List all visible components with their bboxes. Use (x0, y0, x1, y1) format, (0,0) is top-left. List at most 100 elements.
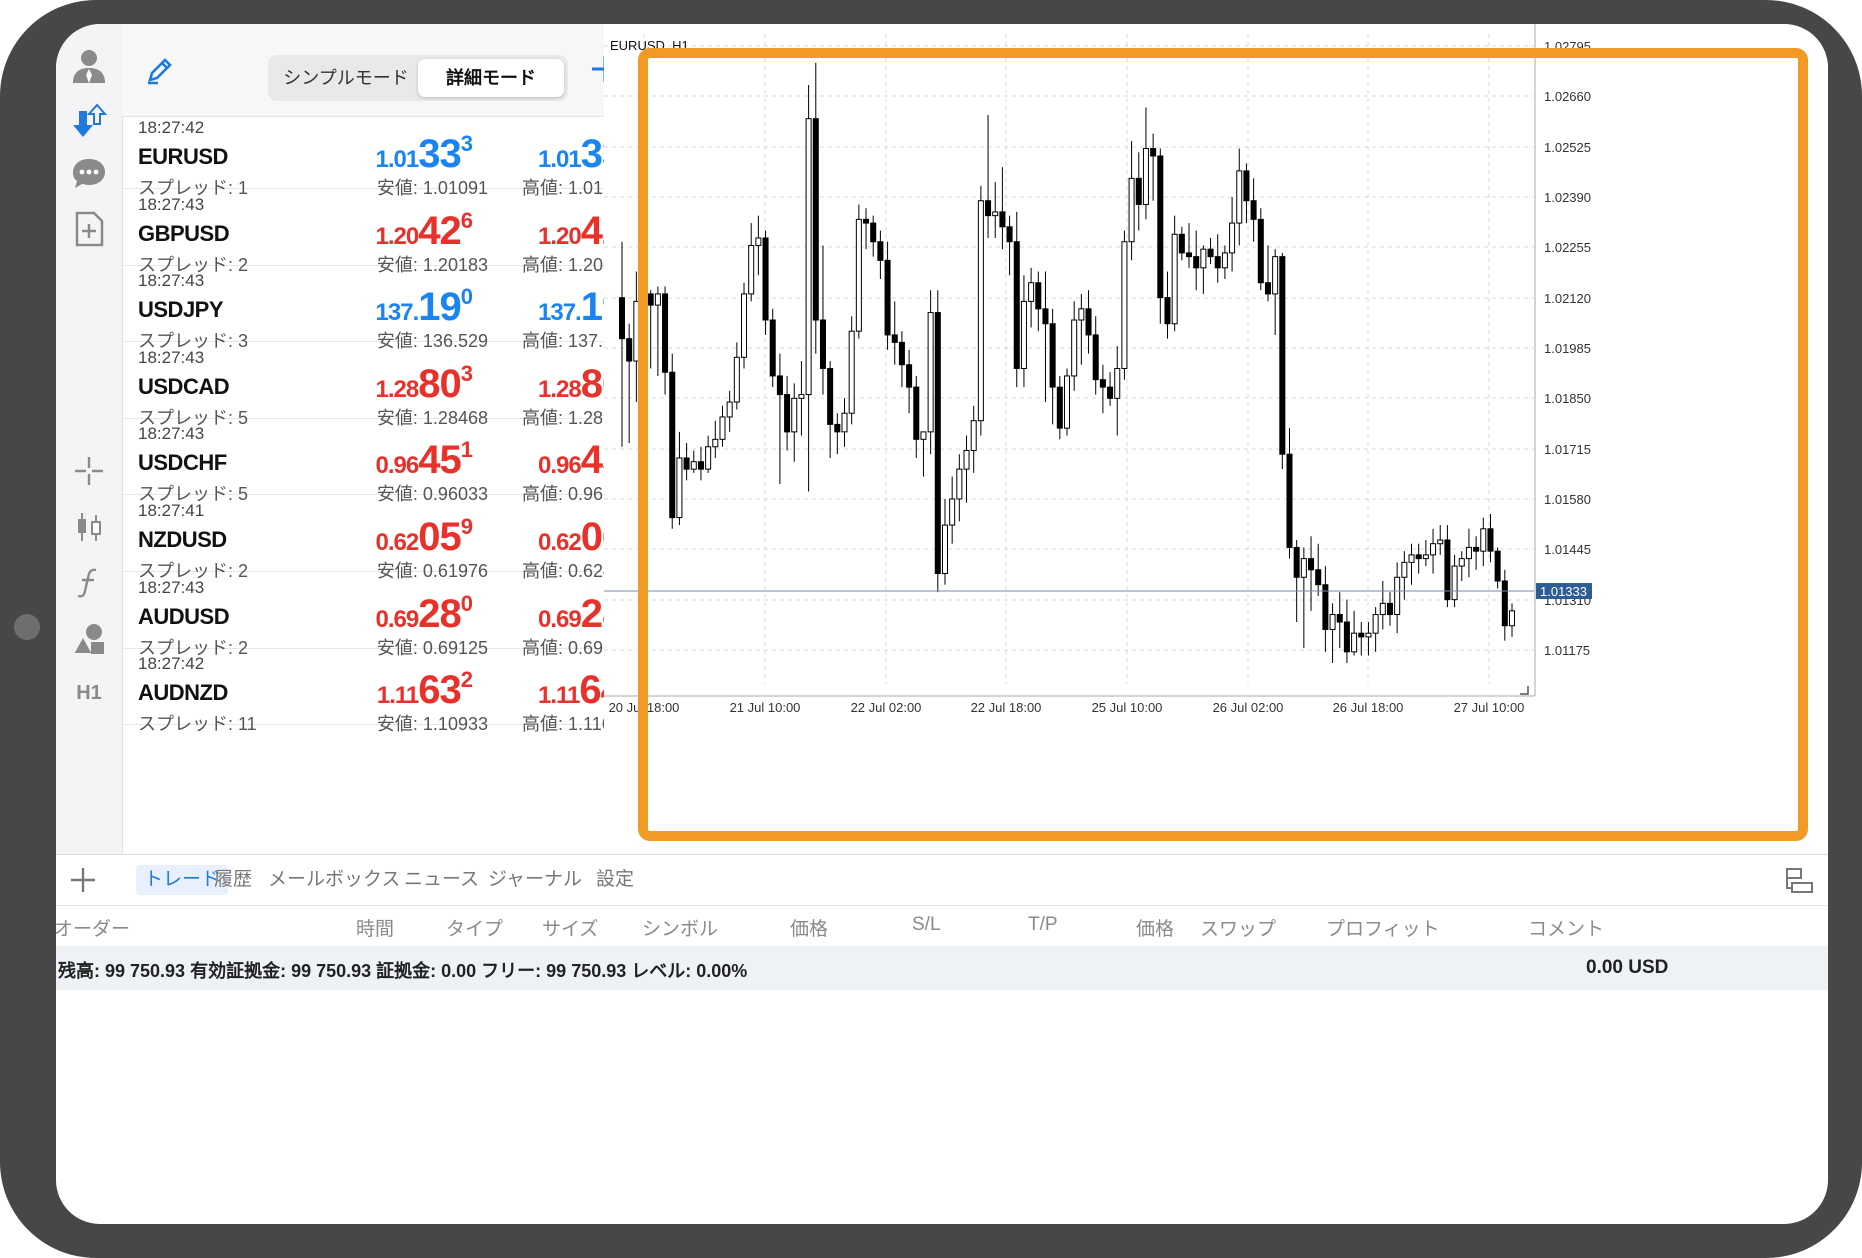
chat-icon[interactable] (66, 150, 112, 196)
quote-row[interactable]: 18:27:42EURUSDスプレッド: 11.013331.01335安値: … (122, 116, 630, 198)
bid-price-pips: 28 (418, 591, 461, 636)
pencil-icon[interactable] (144, 54, 176, 86)
bid-price-point: 9 (460, 514, 473, 539)
col-profit[interactable]: プロフィット (1326, 914, 1440, 941)
quotes-header: シンプルモード 詳細モード (122, 24, 630, 117)
bullish-candle (1437, 539, 1444, 545)
bearish-candle (891, 334, 898, 343)
bearish-candle (1135, 177, 1142, 205)
bearish-candle (1006, 226, 1013, 243)
candles-icon[interactable] (66, 504, 112, 550)
tab-journal[interactable]: ジャーナル (480, 865, 590, 895)
bearish-candle (669, 371, 676, 519)
quote-row[interactable]: 18:27:43USDJPYスプレッド: 3137.190137.193安値: … (122, 265, 630, 351)
quote-row[interactable]: 18:27:43USDCHFスプレッド: 50.964510.96456安値: … (122, 418, 630, 504)
bearish-candle (1293, 546, 1300, 578)
quote-time: 18:27:43 (138, 577, 205, 597)
y-tick-label: 1.01445 (1544, 542, 1591, 557)
tab-news[interactable]: ニュース (396, 865, 487, 895)
bid-price[interactable]: 1.28803 (375, 361, 473, 407)
bid-price-pips: 19 (418, 285, 461, 330)
quote-time: 18:27:41 (138, 501, 205, 520)
plus-icon[interactable] (66, 863, 100, 897)
quotes-list: 18:27:42EURUSDスプレッド: 11.013331.01335安値: … (122, 116, 630, 854)
quote-symbol: EURUSD (138, 144, 228, 169)
bearish-candle (1473, 546, 1480, 552)
bullish-candle (1394, 576, 1401, 616)
col-sl[interactable]: S/L (912, 914, 941, 936)
bearish-candle (1308, 558, 1315, 571)
col-price2[interactable]: 価格 (1136, 914, 1174, 941)
user-icon[interactable] (66, 42, 112, 88)
bid-price[interactable]: 1.11632 (377, 667, 473, 713)
simple-mode-tab[interactable]: シンプルモード (272, 59, 420, 97)
objects-icon[interactable] (66, 616, 112, 662)
bid-price-pips: 45 (418, 438, 461, 483)
quote-row[interactable]: 18:27:43GBPUSDスプレッド: 21.204261.20428安値: … (122, 189, 630, 275)
quote-symbol: USDCAD (138, 373, 230, 399)
candlestick-chart[interactable]: 20 Jul 18:00 21 Jul 10:00 22 Jul 02:00 22 J… (604, 24, 1828, 854)
timeframe-button[interactable]: H1 (66, 670, 112, 716)
col-order[interactable]: オーダー (56, 914, 130, 941)
bid-price[interactable]: 137.190 (376, 284, 473, 330)
crosshair-icon[interactable] (66, 448, 112, 494)
col-swap[interactable]: スワップ (1200, 914, 1276, 941)
bid-price-pips: 33 (418, 132, 461, 176)
col-size[interactable]: サイズ (542, 914, 598, 941)
col-type[interactable]: タイプ (446, 914, 503, 941)
bid-price[interactable]: 0.69280 (376, 591, 473, 637)
quote-row[interactable]: 18:27:41NZDUSDスプレッド: 20.620590.62061安値: … (122, 495, 630, 581)
quote-row[interactable]: 18:27:43AUDUSDスプレッド: 20.692800.69282安値: … (122, 572, 630, 658)
detail-mode-tab[interactable]: 詳細モード (418, 59, 564, 97)
bullish-candle (1028, 282, 1035, 302)
bid-price[interactable]: 1.20426 (376, 208, 473, 254)
col-price[interactable]: 価格 (790, 914, 828, 941)
balance-row: 残高: 99 750.93 有効証拠金: 99 750.93 証拠金: 0.00… (56, 946, 1828, 990)
bullish-candle (1221, 252, 1228, 269)
layout-icon[interactable] (1784, 865, 1816, 897)
y-tick-label: 1.01175 (1544, 643, 1590, 658)
bearish-candle (812, 118, 819, 321)
new-doc-icon[interactable] (66, 206, 112, 252)
function-icon[interactable] (66, 560, 112, 606)
bullish-candle (1408, 554, 1415, 563)
x-tick-label: 21 Jul 10:00 (730, 700, 801, 715)
bullish-candle (970, 420, 977, 452)
bid-price-point: 1 (460, 437, 473, 463)
bid-price[interactable]: 0.96451 (376, 437, 473, 483)
bearish-candle (1286, 453, 1293, 548)
y-tick-label: 1.02120 (1544, 291, 1591, 306)
tab-history[interactable]: 履歴 (206, 865, 260, 895)
bearish-candle (913, 386, 920, 440)
bearish-candle (1264, 282, 1271, 295)
trade-arrows-icon[interactable] (66, 98, 112, 144)
bearish-candle (1157, 155, 1164, 299)
col-time[interactable]: 時間 (356, 914, 394, 941)
quote-row[interactable]: 18:27:42AUDNZDスプレッド: 111.116321.11643安値:… (122, 648, 630, 734)
quote-row[interactable]: 18:27:43USDCADスプレッド: 51.288031.28808安値: … (122, 342, 630, 428)
tab-settings[interactable]: 設定 (588, 865, 642, 895)
bid-price-prefix: 1.28 (375, 375, 420, 403)
bid-price[interactable]: 1.01333 (376, 131, 473, 177)
bullish-candle (1329, 614, 1336, 630)
quote-symbol: GBPUSD (138, 220, 230, 246)
bullish-candle (992, 211, 999, 217)
chart-area[interactable]: 20 Jul 18:00 21 Jul 10:00 22 Jul 02:00 22 J… (604, 24, 1828, 854)
bearish-candle (683, 457, 690, 470)
bid-price-point: 0 (460, 284, 473, 310)
bid-price[interactable]: 0.62059 (376, 514, 473, 560)
col-comment[interactable]: コメント (1528, 914, 1604, 941)
x-tick-label: 26 Jul 18:00 (1333, 700, 1404, 715)
home-button[interactable] (14, 614, 40, 640)
ask-price-prefix: 137. (538, 299, 582, 327)
resize-corner-icon (1520, 686, 1529, 695)
bearish-candle (1343, 621, 1350, 653)
bid-price-pips: 63 (418, 668, 461, 713)
bullish-candle (1508, 610, 1516, 627)
quote-time: 18:27:43 (138, 424, 205, 444)
tab-mailbox[interactable]: メールボックス (260, 865, 408, 895)
col-tp[interactable]: T/P (1028, 914, 1058, 936)
x-tick-label: 25 Jul 10:00 (1092, 700, 1163, 715)
col-symbol[interactable]: シンボル (642, 914, 718, 941)
ask-price-prefix: 0.62 (538, 529, 582, 556)
